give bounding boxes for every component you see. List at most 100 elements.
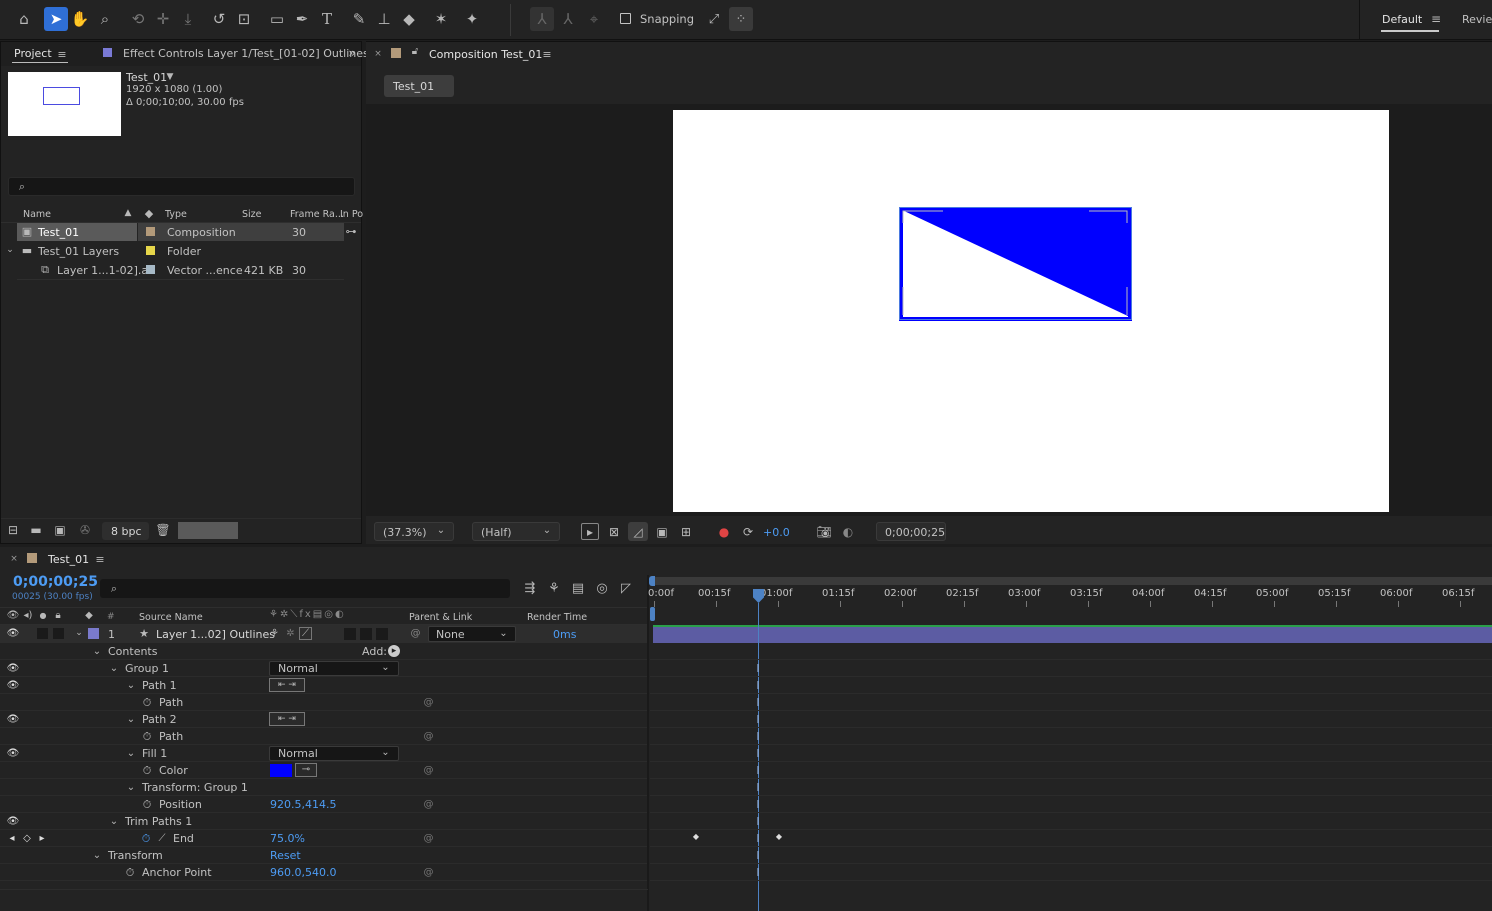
path-direction-icon[interactable]: ⇤ ⇥ <box>269 678 305 692</box>
bpc-label[interactable]: 8 bpc <box>111 525 142 538</box>
roto-brush-icon[interactable]: ✶ <box>431 9 451 29</box>
chevron-down-icon[interactable]: ⌄ <box>497 627 510 640</box>
pan-camera-icon[interactable]: ✛ <box>153 9 173 29</box>
rectangle-tool-icon[interactable]: ▭ <box>267 9 287 29</box>
new-composition-icon[interactable]: ▣ <box>51 522 69 538</box>
property-row[interactable] <box>0 694 648 711</box>
comp-info-dropdown-icon[interactable]: ▼ <box>165 71 175 83</box>
workspace-menu-icon[interactable]: ≡ <box>1428 10 1444 28</box>
work-area-start-handle[interactable] <box>649 576 655 586</box>
thumbnail-transparency-swatch[interactable] <box>178 522 238 539</box>
comp-menu-icon[interactable]: ≡ <box>540 47 554 61</box>
expression-pickwhip-icon[interactable]: @ <box>422 730 435 743</box>
tab-effect-controls[interactable]: Effect Controls Layer 1/Test_[01-02] Out… <box>123 47 369 60</box>
col-source-name[interactable]: Source Name <box>139 612 203 623</box>
expression-pickwhip-icon[interactable]: @ <box>422 798 435 811</box>
video-eye-icon[interactable]: 👁︎ <box>6 747 20 760</box>
workspace-default[interactable]: Default <box>1382 13 1422 26</box>
expression-pickwhip-icon[interactable]: @ <box>422 696 435 709</box>
fast-previews-icon[interactable]: ▸ <box>581 523 599 540</box>
timeline-tab[interactable]: Test_01 <box>48 553 89 566</box>
dolly-camera-icon[interactable]: ⤓ <box>178 9 198 29</box>
property-value[interactable]: Reset <box>270 849 301 862</box>
resolution-value[interactable]: (Half) <box>481 526 512 539</box>
3d-switch[interactable] <box>376 628 388 640</box>
property-value[interactable]: 75.0% <box>270 832 305 845</box>
local-axis-icon[interactable]: ⅄ <box>530 7 554 31</box>
chevron-down-icon[interactable]: ⌄ <box>109 662 119 675</box>
shy-switch-icon[interactable]: ⚘ <box>268 627 281 640</box>
timeline-menu-icon[interactable]: ≡ <box>93 552 107 566</box>
pick-whip-icon[interactable]: @ <box>409 627 422 640</box>
project-item-label[interactable] <box>146 265 155 274</box>
property-row[interactable] <box>0 830 648 847</box>
add-property-icon[interactable]: ▸ <box>388 645 400 657</box>
transparency-grid-icon[interactable]: ⊠ <box>605 523 623 540</box>
region-of-interest-icon[interactable]: ▣ <box>653 523 671 540</box>
comp-mini-flowchart-icon[interactable]: ⇶ <box>521 580 539 597</box>
chevron-down-icon[interactable]: ⌄ <box>126 713 136 726</box>
anchor-point-tool-icon[interactable]: ⊡ <box>234 9 254 29</box>
video-eye-icon[interactable]: 👁︎ <box>6 627 20 640</box>
zoom-value[interactable]: (37.3%) <box>383 526 427 539</box>
comp-subtab-label[interactable]: Test_01 <box>393 80 434 93</box>
layer-duration-bar[interactable] <box>653 625 1492 643</box>
add-keyframe-icon[interactable]: ◇ <box>21 832 33 845</box>
chevron-down-icon[interactable]: ⌄ <box>92 849 102 862</box>
eraser-tool-icon[interactable]: ◆ <box>399 9 419 29</box>
hand-tool-icon[interactable]: ✋ <box>70 9 90 29</box>
project-item-name[interactable]: Layer 1...1-02].ai <box>57 264 151 277</box>
lock-toggle[interactable] <box>53 628 64 639</box>
stopwatch-icon[interactable]: ⏱︎ <box>141 730 153 743</box>
brush-tool-icon[interactable]: ✎ <box>349 9 369 29</box>
quality-switch-icon[interactable]: ⟋ <box>299 627 312 640</box>
stopwatch-icon[interactable]: ⏱︎ <box>141 696 153 709</box>
col-render-time[interactable]: Render Time <box>527 612 587 623</box>
puppet-pin-icon[interactable]: ✦ <box>462 9 482 29</box>
frame-blending-icon[interactable]: ▤ <box>569 580 587 597</box>
video-eye-icon[interactable]: 👁︎ <box>6 662 20 675</box>
world-axis-icon[interactable]: ⅄ <box>558 9 578 29</box>
project-item-name[interactable]: Test_01 Layers <box>38 245 119 258</box>
property-row[interactable] <box>0 711 648 728</box>
expression-pickwhip-icon[interactable]: @ <box>422 764 435 777</box>
video-eye-icon[interactable]: 👁︎ <box>6 815 20 828</box>
chevron-down-icon[interactable]: ⌄ <box>126 747 136 760</box>
rotation-tool-icon[interactable]: ↺ <box>209 9 229 29</box>
new-folder-icon[interactable]: ▬ <box>27 522 45 538</box>
chevron-down-icon[interactable]: ⌄ <box>92 645 102 658</box>
snap-edges-icon[interactable]: ⤢ <box>704 9 724 29</box>
comp-current-time[interactable]: 0;00;00;25 <box>885 526 945 539</box>
property-value[interactable]: 920.5,414.5 <box>270 798 336 811</box>
project-menu-icon[interactable]: ≡ <box>55 47 69 61</box>
stopwatch-icon[interactable]: ⏱︎ <box>124 866 136 879</box>
collapse-switch-icon[interactable]: ✲ <box>284 627 297 640</box>
delete-icon[interactable]: 🗑 <box>155 522 171 538</box>
chevron-down-icon[interactable]: ⌄ <box>434 524 448 538</box>
close-icon[interactable]: × <box>8 553 20 565</box>
prev-keyframe-icon[interactable]: ◂ <box>6 832 18 845</box>
expression-pickwhip-icon[interactable]: @ <box>422 866 435 879</box>
col-parent-link[interactable]: Parent & Link <box>409 612 472 623</box>
snapping-checkbox[interactable] <box>620 13 631 24</box>
sort-ascending-icon[interactable]: ▲ <box>121 207 135 219</box>
comp-tab-title[interactable]: Composition Test_01 <box>429 48 542 61</box>
fill-color-swatch[interactable] <box>270 764 292 777</box>
property-row[interactable] <box>0 677 648 694</box>
stopwatch-icon[interactable]: ⏱︎ <box>141 798 153 811</box>
next-keyframe-icon[interactable]: ▸ <box>36 832 48 845</box>
parent-value[interactable]: None <box>436 628 465 641</box>
layer-name[interactable]: Layer 1...02] Outlines <box>156 628 275 641</box>
project-item-name[interactable]: Test_01 <box>38 226 79 239</box>
workspace-review[interactable]: Review <box>1462 13 1492 26</box>
timeline-current-time[interactable]: 0;00;00;25 <box>13 574 98 590</box>
pen-tool-icon[interactable]: ✒ <box>292 9 312 29</box>
orbit-camera-icon[interactable]: ⟲ <box>128 9 148 29</box>
channels-icon[interactable]: ● <box>715 523 733 540</box>
property-value[interactable]: 960.0,540.0 <box>270 866 336 879</box>
close-icon[interactable]: × <box>372 48 384 60</box>
show-snapshot-icon[interactable]: ◐ <box>839 523 857 540</box>
video-eye-icon[interactable]: 👁︎ <box>6 679 20 692</box>
tab-project[interactable]: Project <box>14 47 52 60</box>
project-search-input[interactable] <box>8 177 355 196</box>
